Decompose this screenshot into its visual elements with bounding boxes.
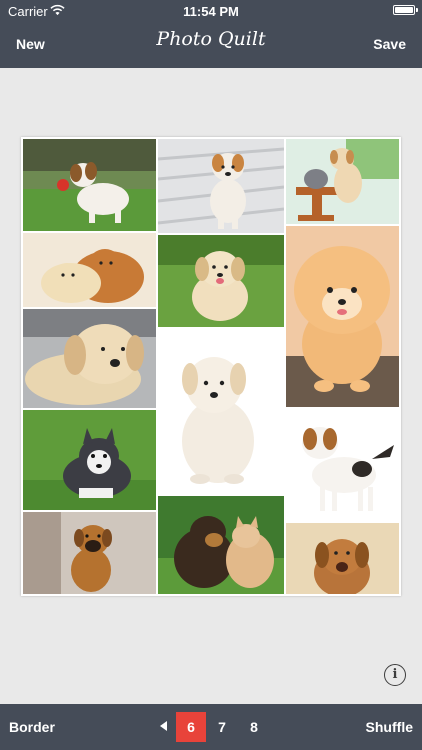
photo-count-option-6-selected[interactable]: 6 <box>176 712 206 742</box>
photo-puppy-lying-down[interactable] <box>23 309 156 408</box>
photo-puppy-wooden-deck[interactable] <box>158 139 284 233</box>
top-navigation-bar: Carrier 11:54 PM New Photo Quilt Save <box>0 0 422 68</box>
previous-arrow-icon[interactable] <box>160 721 167 731</box>
status-time: 11:54 PM <box>183 4 239 19</box>
photo-count-option-7[interactable]: 7 <box>207 712 237 742</box>
border-button[interactable]: Border <box>9 719 55 735</box>
photo-count-option-8[interactable]: 8 <box>239 712 269 742</box>
battery-tip <box>416 8 418 12</box>
photo-husky-puppy[interactable] <box>23 410 156 510</box>
photo-fluffy-pomeranian[interactable] <box>286 226 399 407</box>
info-icon[interactable]: i <box>384 664 406 686</box>
photo-white-puppy-sitting[interactable] <box>158 329 284 494</box>
battery-level <box>395 7 413 13</box>
status-bar: Carrier 11:54 PM <box>0 0 422 22</box>
photo-puppy-kitten-stool[interactable] <box>286 139 399 224</box>
photo-puppy-on-sand[interactable] <box>286 523 399 594</box>
photo-boxer-puppy[interactable] <box>23 512 156 594</box>
photo-puppy-on-grass[interactable] <box>158 235 284 327</box>
battery-icon <box>393 5 415 15</box>
photo-puppy-red-ball[interactable] <box>23 139 156 231</box>
app-title: Photo Quilt <box>156 28 266 50</box>
save-button[interactable]: Save <box>373 36 406 52</box>
photo-jack-russell-puppy[interactable] <box>286 409 399 521</box>
shuffle-button[interactable]: Shuffle <box>366 719 413 735</box>
photo-puppy-and-kitten[interactable] <box>158 496 284 594</box>
photo-two-sleeping-puppies[interactable] <box>23 233 156 307</box>
bottom-toolbar: Border 6 7 8 Shuffle <box>0 704 422 750</box>
photo-collage <box>21 137 401 596</box>
